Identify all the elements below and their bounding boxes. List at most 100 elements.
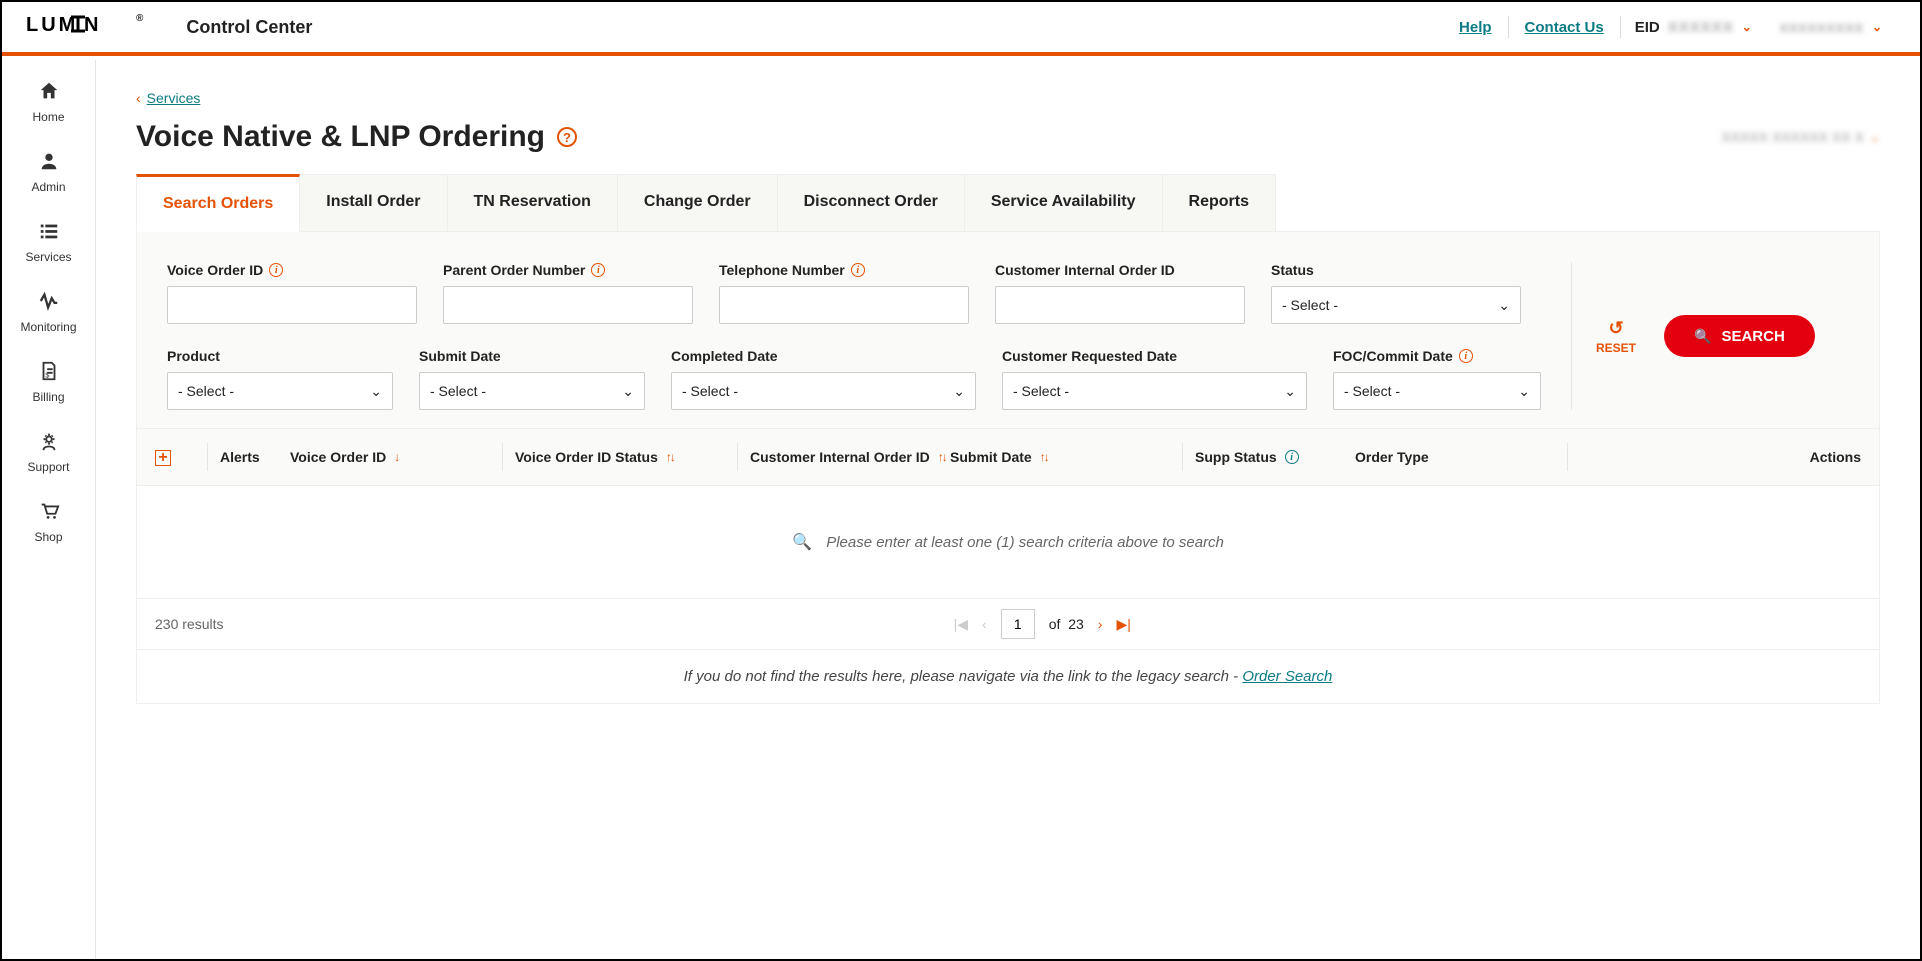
breadcrumb-services-link[interactable]: Services — [147, 90, 201, 106]
logo: LUM N ® — [26, 13, 146, 41]
tab-service-availability[interactable]: Service Availability — [965, 174, 1163, 231]
invoice-icon: $ — [2, 360, 95, 384]
list-icon — [2, 220, 95, 244]
help-link[interactable]: Help — [1443, 19, 1508, 36]
tab-change-order[interactable]: Change Order — [618, 174, 778, 231]
page-next-button[interactable]: › — [1098, 616, 1103, 632]
eid-value: XXXXXX — [1668, 19, 1734, 36]
sidebar-item-admin[interactable]: Admin — [2, 150, 95, 196]
page-prev-button[interactable]: ‹ — [982, 616, 987, 632]
col-alerts[interactable]: Alerts — [220, 449, 290, 465]
cart-icon — [2, 500, 95, 524]
eid-dropdown[interactable]: EID XXXXXX ⌄ — [1621, 19, 1766, 36]
completed-date-label: Completed Date — [671, 348, 976, 364]
sidebar-item-label: Monitoring — [20, 320, 76, 334]
product-label: Product — [167, 348, 393, 364]
sidebar-item-label: Services — [25, 250, 71, 264]
search-icon: 🔍 — [1694, 328, 1711, 345]
svg-text:$: $ — [45, 370, 49, 379]
sidebar-item-label: Shop — [34, 530, 62, 544]
main-content: ‹ Services Voice Native & LNP Ordering ?… — [96, 60, 1920, 959]
legacy-search-note: If you do not find the results here, ple… — [136, 650, 1880, 704]
parent-order-label: Parent Order Numberi — [443, 262, 693, 278]
foc-commit-date-label: FOC/Commit Datei — [1333, 348, 1541, 364]
search-button[interactable]: 🔍 SEARCH — [1664, 315, 1815, 357]
col-submit-date[interactable]: Submit Date↑↓ — [950, 449, 1170, 465]
tab-search-orders[interactable]: Search Orders — [136, 174, 300, 232]
tab-install-order[interactable]: Install Order — [300, 174, 447, 231]
chevron-down-icon: ⌄ — [1870, 130, 1880, 144]
telephone-label: Telephone Numberi — [719, 262, 969, 278]
sidebar-item-support[interactable]: Support — [2, 430, 95, 476]
sort-icon: ↑↓ — [1040, 450, 1048, 464]
status-select[interactable]: - Select -⌄ — [1271, 286, 1521, 324]
tab-tn-reservation[interactable]: TN Reservation — [448, 174, 618, 231]
results-count: 230 results — [155, 616, 223, 632]
page-last-button[interactable]: ▶| — [1116, 616, 1130, 633]
home-icon — [2, 80, 95, 104]
tab-reports[interactable]: Reports — [1163, 174, 1276, 231]
sidebar-item-services[interactable]: Services — [2, 220, 95, 266]
foc-commit-date-select[interactable]: - Select -⌄ — [1333, 372, 1541, 410]
svg-text:LUM: LUM — [26, 14, 78, 35]
col-customer-internal-id[interactable]: Customer Internal Order ID↑↓ — [750, 449, 950, 465]
page-first-button[interactable]: |◀ — [954, 616, 968, 633]
contact-link[interactable]: Contact Us — [1509, 19, 1620, 36]
expand-all-icon[interactable]: + — [155, 450, 171, 466]
tabs: Search Orders Install Order TN Reservati… — [136, 174, 1880, 232]
top-header: LUM N ® Control Center Help Contact Us E… — [2, 2, 1920, 56]
sidebar-item-monitoring[interactable]: Monitoring — [2, 290, 95, 336]
user-dropdown[interactable]: xxxxxxxxx ⌄ — [1766, 19, 1896, 36]
sidebar-item-shop[interactable]: Shop — [2, 500, 95, 546]
col-order-type[interactable]: Order Type — [1355, 449, 1555, 465]
customer-requested-date-select[interactable]: - Select -⌄ — [1002, 372, 1307, 410]
sidebar-item-label: Support — [27, 460, 69, 474]
voice-order-id-input[interactable] — [167, 286, 417, 324]
chevron-down-icon: ⌄ — [1284, 383, 1296, 400]
parent-order-input[interactable] — [443, 286, 693, 324]
sidebar-item-label: Admin — [31, 180, 65, 194]
col-voice-order-status[interactable]: Voice Order ID Status↑↓ — [515, 449, 725, 465]
sidebar-item-label: Billing — [32, 390, 64, 404]
user-icon — [2, 150, 95, 174]
info-icon[interactable]: i — [1459, 349, 1473, 363]
sort-down-icon: ↓ — [394, 450, 400, 464]
chevron-down-icon: ⌄ — [1498, 297, 1510, 314]
submit-date-select[interactable]: - Select -⌄ — [419, 372, 645, 410]
sidebar-item-label: Home — [32, 110, 64, 124]
pagination: 230 results |◀ ‹ of 23 › ▶| — [136, 599, 1880, 650]
sort-icon: ↑↓ — [938, 450, 946, 464]
page-input[interactable] — [1001, 609, 1035, 639]
chevron-left-icon: ‹ — [136, 90, 141, 106]
sidebar-item-home[interactable]: Home — [2, 80, 95, 126]
col-voice-order-id[interactable]: Voice Order ID↓ — [290, 449, 490, 465]
tab-disconnect-order[interactable]: Disconnect Order — [778, 174, 965, 231]
left-sidebar: Home Admin Services Monitoring $ Billing… — [2, 60, 96, 959]
chevron-down-icon: ⌄ — [370, 383, 382, 400]
info-icon[interactable]: i — [1285, 450, 1299, 464]
chevron-down-icon: ⌄ — [1742, 20, 1752, 34]
telephone-input[interactable] — [719, 286, 969, 324]
info-icon[interactable]: i — [851, 263, 865, 277]
col-supp-status[interactable]: Supp Statusi — [1195, 449, 1355, 465]
chevron-down-icon: ⌄ — [622, 383, 634, 400]
customer-internal-id-input[interactable] — [995, 286, 1245, 324]
info-icon[interactable]: i — [591, 263, 605, 277]
product-select[interactable]: - Select -⌄ — [167, 372, 393, 410]
reset-icon: ↺ — [1596, 318, 1636, 339]
reset-button[interactable]: ↺ RESET — [1596, 318, 1636, 355]
voice-order-id-label: Voice Order IDi — [167, 262, 417, 278]
completed-date-select[interactable]: - Select -⌄ — [671, 372, 976, 410]
account-name: XXXXX XXXXXX XX X — [1722, 129, 1864, 145]
legacy-search-link[interactable]: Order Search — [1242, 668, 1332, 685]
account-dropdown[interactable]: XXXXX XXXXXX XX X ⌄ — [1722, 129, 1880, 145]
lumen-logo-icon: LUM N — [26, 13, 136, 35]
search-panel: Voice Order IDi Parent Order Numberi Tel… — [136, 231, 1880, 429]
help-icon[interactable]: ? — [557, 127, 577, 147]
col-actions: Actions — [1810, 449, 1861, 465]
page-of-label: of 23 — [1049, 616, 1084, 632]
sidebar-item-billing[interactable]: $ Billing — [2, 360, 95, 406]
page-title: Voice Native & LNP Ordering ? — [136, 120, 577, 154]
info-icon[interactable]: i — [269, 263, 283, 277]
table-header: + Alerts Voice Order ID↓ Voice Order ID … — [136, 429, 1880, 486]
